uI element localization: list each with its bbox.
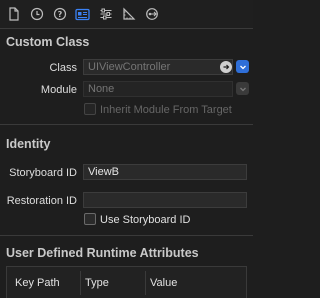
quick-help-tab[interactable]: ? — [50, 4, 70, 24]
connections-arrow-icon — [146, 8, 158, 20]
connections-inspector-tab[interactable] — [142, 4, 162, 24]
inherit-module-checkbox[interactable] — [84, 103, 96, 115]
class-dropdown-button[interactable] — [236, 60, 249, 73]
identity-inspector-icon — [74, 8, 90, 20]
module-label: Module — [40, 84, 77, 96]
attributes-inspector-tab[interactable] — [96, 4, 116, 24]
column-header-key-path[interactable]: Key Path — [15, 277, 60, 289]
class-label: Class — [49, 62, 77, 74]
identity-inspector-tab[interactable] — [72, 4, 92, 24]
use-storyboard-id-checkbox[interactable] — [84, 213, 96, 225]
section-divider — [0, 124, 253, 125]
file-icon — [9, 7, 19, 21]
inherit-module-label: Inherit Module From Target — [100, 104, 232, 116]
size-inspector-tab[interactable] — [119, 4, 139, 24]
class-field[interactable] — [83, 59, 233, 75]
restoration-id-field[interactable] — [83, 192, 247, 208]
history-inspector-tab[interactable] — [27, 4, 47, 24]
chevron-down-icon — [239, 87, 246, 91]
storyboard-id-field[interactable] — [83, 164, 247, 180]
storyboard-id-label: Storyboard ID — [9, 167, 77, 179]
identity-heading: Identity — [6, 137, 51, 151]
quick-help-icon: ? — [53, 7, 67, 21]
column-header-type[interactable]: Type — [85, 277, 109, 289]
go-to-class-button[interactable] — [220, 61, 232, 73]
column-divider — [145, 271, 146, 295]
inspector-toolbar: ? — [0, 0, 253, 29]
history-clock-icon — [30, 7, 44, 21]
column-header-value[interactable]: Value — [150, 277, 177, 289]
section-divider — [0, 235, 253, 236]
size-ruler-icon — [123, 7, 136, 20]
module-dropdown-button[interactable] — [236, 82, 249, 95]
file-inspector-tab[interactable] — [4, 4, 24, 24]
svg-text:?: ? — [58, 10, 63, 19]
custom-class-heading: Custom Class — [6, 35, 90, 49]
runtime-attributes-table: Key Path Type Value — [6, 266, 247, 298]
column-divider — [80, 271, 81, 295]
use-storyboard-id-label: Use Storyboard ID — [100, 214, 191, 226]
attributes-sliders-icon — [100, 8, 112, 20]
restoration-id-label: Restoration ID — [6, 195, 77, 207]
chevron-down-icon — [239, 65, 246, 69]
module-field[interactable] — [83, 81, 233, 97]
runtime-attributes-heading: User Defined Runtime Attributes — [6, 246, 199, 260]
arrow-right-icon — [223, 64, 230, 70]
